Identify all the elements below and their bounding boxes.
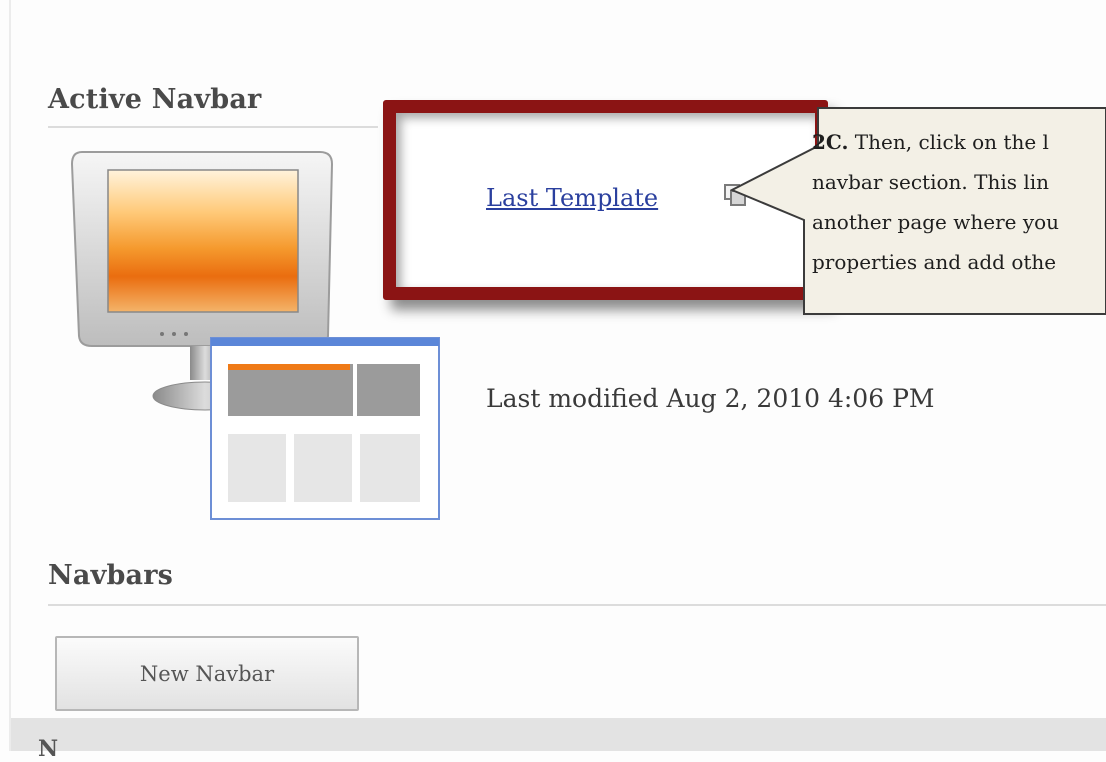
left-border <box>9 0 11 751</box>
callout-line-1: 2C. Then, click on the l <box>812 130 1049 154</box>
callout-step-label: 2C. <box>812 130 849 154</box>
table-header-label: N <box>38 736 59 762</box>
active-navbar-divider <box>48 126 378 128</box>
callout-line-4: properties and add othe <box>812 250 1057 274</box>
last-template-link[interactable]: Last Template <box>486 184 658 212</box>
new-navbar-button[interactable]: New Navbar <box>55 636 359 711</box>
callout-text: 2C. Then, click on the l navbar section.… <box>812 122 1106 282</box>
navbars-divider <box>48 604 1106 606</box>
last-modified-text: Last modified Aug 2, 2010 4:06 PM <box>486 384 935 413</box>
page-layout-icon <box>210 337 440 520</box>
navbars-table-header <box>11 718 1106 751</box>
callout-line-2: navbar section. This lin <box>812 170 1050 194</box>
navbars-heading: Navbars <box>48 560 174 591</box>
active-navbar-heading: Active Navbar <box>48 84 262 115</box>
callout-line-3: another page where you <box>812 210 1060 234</box>
